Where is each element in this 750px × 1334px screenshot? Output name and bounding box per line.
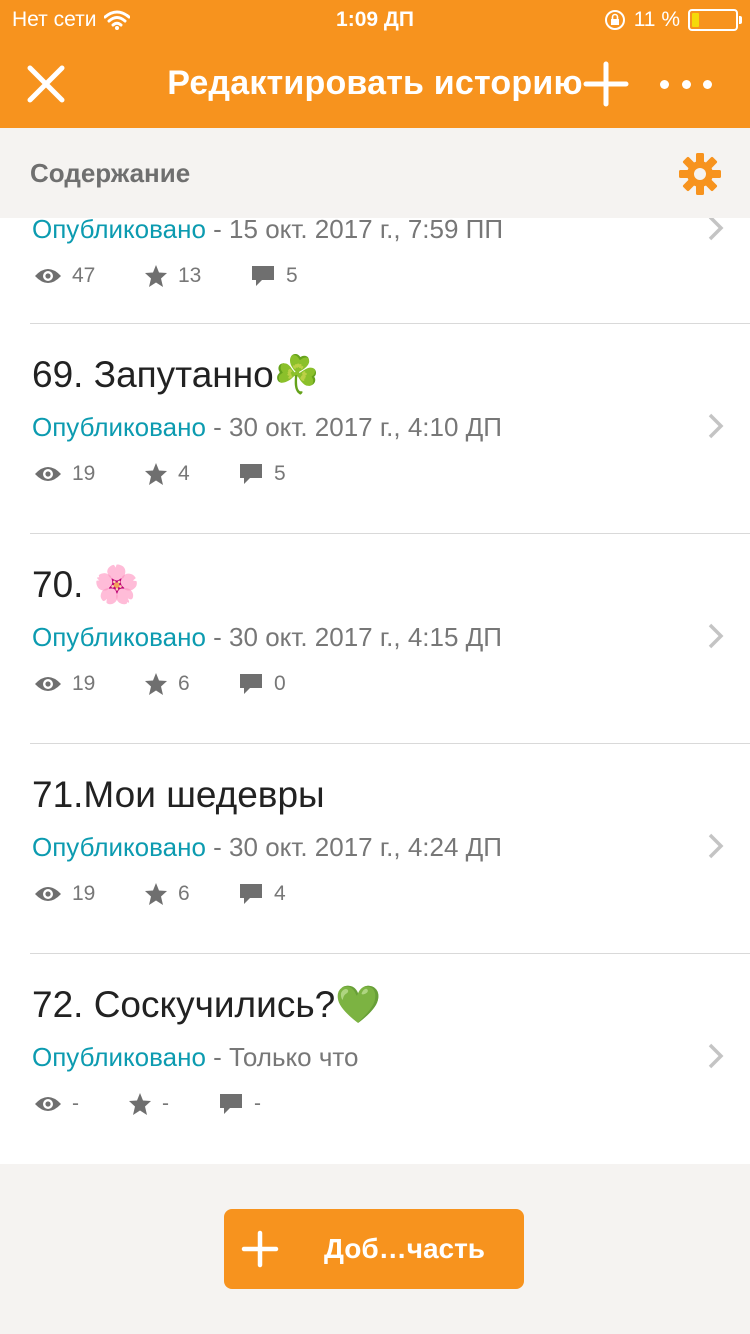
comments-count: 5: [274, 462, 286, 485]
views-count: 19: [72, 672, 96, 695]
views-count: 19: [72, 462, 96, 485]
eye-icon: [35, 677, 61, 691]
star-icon: [145, 673, 167, 695]
list-item[interactable]: Опубликовано - 15 окт. 2017 г., 7:59 ПП …: [0, 218, 750, 336]
chevron-right-icon: [708, 218, 724, 241]
part-date: - 30 окт. 2017 г., 4:24 ДП: [205, 832, 502, 862]
published-label: Опубликовано: [32, 412, 206, 442]
views-stat: 19: [34, 672, 95, 696]
eye-icon: [35, 269, 61, 283]
plus-icon: [241, 1230, 279, 1268]
published-label: Опубликовано: [32, 832, 206, 862]
views-count: 19: [72, 882, 96, 905]
star-icon: [145, 265, 167, 287]
contents-label: Содержание: [30, 158, 191, 188]
comments-count: -: [254, 1092, 261, 1115]
comment-icon: [240, 884, 262, 904]
part-status-line: Опубликовано - 30 окт. 2017 г., 4:10 ДП: [32, 412, 502, 443]
comments-count: 5: [286, 264, 298, 287]
part-date: - 30 окт. 2017 г., 4:10 ДП: [205, 412, 502, 442]
stars-stat: -: [128, 1092, 169, 1116]
comment-icon: [252, 266, 274, 286]
chevron-right-icon: [708, 1043, 724, 1069]
views-stat: 19: [34, 462, 95, 486]
stars-stat: 4: [144, 462, 190, 486]
part-status-line: Опубликовано - 30 окт. 2017 г., 4:24 ДП: [32, 832, 502, 863]
part-date: - Только что: [205, 1042, 359, 1072]
comment-icon: [240, 464, 262, 484]
stars-count: 6: [178, 672, 190, 695]
chevron-right-icon: [708, 833, 724, 859]
stars-stat: 13: [144, 264, 201, 288]
part-title: 70. 🌸: [32, 564, 140, 605]
stars-stat: 6: [144, 882, 190, 906]
comments-count: 4: [274, 882, 286, 905]
list-item[interactable]: 72. Соскучились?💚 Опубликовано - Только …: [0, 954, 750, 1164]
list-item[interactable]: 71.Мои шедевры Опубликовано - 30 окт. 20…: [0, 744, 750, 954]
part-title: 69. Запутанно☘️: [32, 354, 320, 395]
status-bar: Нет сети 1:09 ДП 11 %: [0, 0, 750, 40]
contents-bar: Содержание: [0, 128, 750, 218]
eye-icon: [35, 1097, 61, 1111]
list-item[interactable]: 69. Запутанно☘️ Опубликовано - 30 окт. 2…: [0, 324, 750, 534]
eye-icon: [35, 467, 61, 481]
part-title: 72. Соскучились?💚: [32, 984, 382, 1025]
add-part-label: Доб…часть: [324, 1233, 486, 1264]
stars-count: -: [162, 1092, 169, 1115]
published-label: Опубликовано: [32, 1042, 206, 1072]
comments-stat: 0: [238, 672, 286, 696]
views-count: -: [72, 1092, 79, 1115]
comments-stat: -: [218, 1092, 261, 1116]
part-status-line: Опубликовано - 15 окт. 2017 г., 7:59 ПП: [32, 218, 503, 245]
views-stat: -: [34, 1092, 79, 1116]
stars-count: 4: [178, 462, 190, 485]
chevron-right-icon: [708, 623, 724, 649]
views-count: 47: [72, 264, 96, 287]
published-label: Опубликовано: [32, 622, 206, 652]
bottom-bar: Доб…часть: [0, 1164, 750, 1334]
page-title: Редактировать историю: [167, 64, 583, 102]
comment-icon: [240, 674, 262, 694]
star-icon: [145, 463, 167, 485]
chevron-right-icon: [708, 413, 724, 439]
comments-count: 0: [274, 672, 286, 695]
published-label: Опубликовано: [32, 218, 206, 244]
star-icon: [145, 883, 167, 905]
list-item[interactable]: 70. 🌸 Опубликовано - 30 окт. 2017 г., 4:…: [0, 534, 750, 744]
comments-stat: 5: [250, 264, 298, 288]
part-title: 71.Мои шедевры: [32, 774, 325, 815]
more-icon[interactable]: [660, 68, 712, 100]
comments-stat: 5: [238, 462, 286, 486]
stars-stat: 6: [144, 672, 190, 696]
comments-stat: 4: [238, 882, 286, 906]
eye-icon: [35, 887, 61, 901]
part-status-line: Опубликовано - 30 окт. 2017 г., 4:15 ДП: [32, 622, 502, 653]
nav-bar: Редактировать историю: [0, 40, 750, 128]
views-stat: 19: [34, 882, 95, 906]
part-status-line: Опубликовано - Только что: [32, 1042, 359, 1073]
battery-icon: [688, 9, 742, 31]
comment-icon: [220, 1094, 242, 1114]
stars-count: 6: [178, 882, 190, 905]
star-icon: [129, 1093, 151, 1115]
add-icon[interactable]: [582, 60, 630, 108]
part-date: - 15 окт. 2017 г., 7:59 ПП: [205, 218, 504, 244]
views-stat: 47: [34, 264, 95, 288]
stars-count: 13: [178, 264, 202, 287]
gear-icon[interactable]: [678, 152, 722, 196]
parts-list: Опубликовано - 15 окт. 2017 г., 7:59 ПП …: [0, 218, 750, 1164]
app-header: Нет сети 1:09 ДП 11 % Редактировать исто…: [0, 0, 750, 128]
add-part-button[interactable]: Доб…часть: [224, 1209, 524, 1289]
status-right: 11 %: [604, 8, 742, 32]
battery-percent: 11 %: [633, 8, 680, 31]
rotation-lock-icon: [604, 10, 625, 30]
part-date: - 30 окт. 2017 г., 4:15 ДП: [205, 622, 502, 652]
